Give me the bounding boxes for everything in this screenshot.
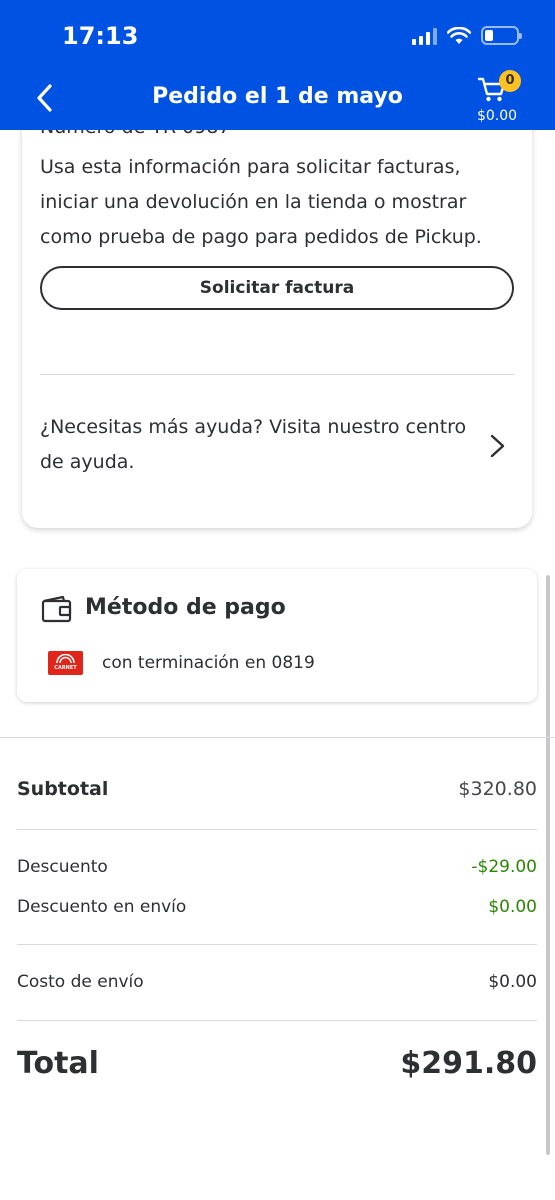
cart-count-badge: 0	[499, 70, 521, 92]
card-ending-text: con terminación en 0819	[102, 653, 315, 673]
app-header: 17:13 Pedido el 1 de mayo 0 $0.00	[0, 0, 555, 130]
subtotal-value: $320.80	[458, 778, 537, 800]
shipping-cost-label: Costo de envío	[17, 972, 144, 992]
payment-method-card: Método de pago CARNET con terminación en…	[17, 569, 537, 702]
receipt-info-card: Número de TR 0987 Usa esta información p…	[22, 110, 532, 528]
cart-total: $0.00	[476, 108, 518, 124]
section-divider	[0, 737, 555, 738]
battery-icon	[481, 26, 522, 45]
cart-button[interactable]: 0 $0.00	[467, 70, 527, 128]
payment-method-title: Método de pago	[85, 595, 286, 620]
cellular-signal-icon	[412, 27, 437, 45]
discount-value: -$29.00	[471, 857, 537, 877]
subtotal-label: Subtotal	[17, 778, 109, 800]
carnet-card-logo: CARNET	[48, 651, 83, 675]
wallet-icon	[41, 595, 72, 623]
shipping-cost-value: $0.00	[488, 972, 537, 992]
help-center-link[interactable]: ¿Necesitas más ayuda? Visita nuestro cen…	[40, 410, 480, 480]
request-invoice-button[interactable]: Solicitar factura	[40, 266, 514, 310]
shipping-discount-value: $0.00	[488, 897, 537, 917]
divider	[17, 1020, 537, 1021]
divider	[17, 829, 537, 830]
chevron-right-icon[interactable]	[488, 432, 508, 460]
divider	[40, 374, 515, 375]
carnet-brand-text: CARNET	[54, 665, 77, 671]
shipping-discount-label: Descuento en envío	[17, 897, 187, 917]
receipt-info-text: Usa esta información para solicitar fact…	[40, 156, 482, 248]
divider	[17, 944, 537, 945]
status-icons	[412, 26, 522, 45]
total-label: Total	[17, 1046, 99, 1081]
total-value: $291.80	[400, 1046, 537, 1081]
scrollbar[interactable]	[546, 575, 550, 1155]
status-time: 17:13	[62, 22, 139, 50]
wifi-icon	[447, 26, 471, 44]
discount-label: Descuento	[17, 857, 108, 877]
